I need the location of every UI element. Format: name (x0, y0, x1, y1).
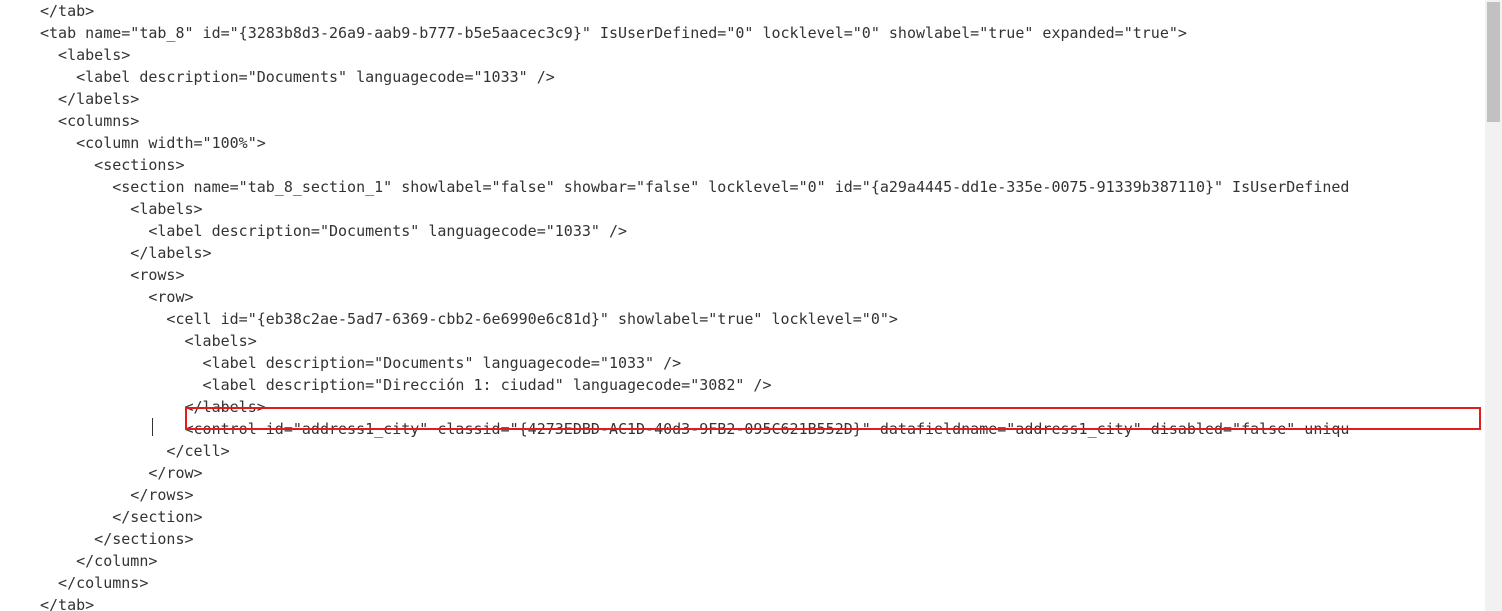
code-line[interactable]: </cell> (40, 440, 1502, 462)
code-line[interactable]: <label description="Dirección 1: ciudad"… (40, 374, 1502, 396)
code-line[interactable]: </section> (40, 506, 1502, 528)
code-line[interactable]: <labels> (40, 198, 1502, 220)
code-line[interactable]: </tab> (40, 0, 1502, 22)
code-line[interactable]: <rows> (40, 264, 1502, 286)
code-line[interactable]: <labels> (40, 44, 1502, 66)
code-viewport: </tab><tab name="tab_8" id="{3283b8d3-26… (0, 0, 1502, 611)
code-line[interactable]: </labels> (40, 88, 1502, 110)
xml-code-block[interactable]: </tab><tab name="tab_8" id="{3283b8d3-26… (0, 0, 1502, 611)
code-line[interactable]: <sections> (40, 154, 1502, 176)
code-line[interactable]: <label description="Documents" languagec… (40, 352, 1502, 374)
code-line[interactable]: </labels> (40, 396, 1502, 418)
code-line[interactable]: <tab name="tab_8" id="{3283b8d3-26a9-aab… (40, 22, 1502, 44)
code-line[interactable]: <section name="tab_8_section_1" showlabe… (40, 176, 1502, 198)
code-line[interactable]: </row> (40, 462, 1502, 484)
code-line[interactable]: </rows> (40, 484, 1502, 506)
code-line[interactable]: <cell id="{eb38c2ae-5ad7-6369-cbb2-6e699… (40, 308, 1502, 330)
code-line[interactable]: </column> (40, 550, 1502, 572)
code-line[interactable]: <control id="address1_city" classid="{42… (40, 418, 1502, 440)
code-line[interactable]: <labels> (40, 330, 1502, 352)
text-cursor (152, 418, 153, 436)
code-line[interactable]: </labels> (40, 242, 1502, 264)
vertical-scrollbar-thumb[interactable] (1487, 2, 1500, 122)
code-line[interactable]: </tab> (40, 594, 1502, 611)
vertical-scrollbar-track[interactable] (1485, 0, 1502, 611)
code-line[interactable]: <label description="Documents" languagec… (40, 66, 1502, 88)
code-line[interactable]: </sections> (40, 528, 1502, 550)
code-line[interactable]: <label description="Documents" languagec… (40, 220, 1502, 242)
code-line[interactable]: <row> (40, 286, 1502, 308)
code-line[interactable]: </columns> (40, 572, 1502, 594)
code-line[interactable]: <columns> (40, 110, 1502, 132)
code-line[interactable]: <column width="100%"> (40, 132, 1502, 154)
